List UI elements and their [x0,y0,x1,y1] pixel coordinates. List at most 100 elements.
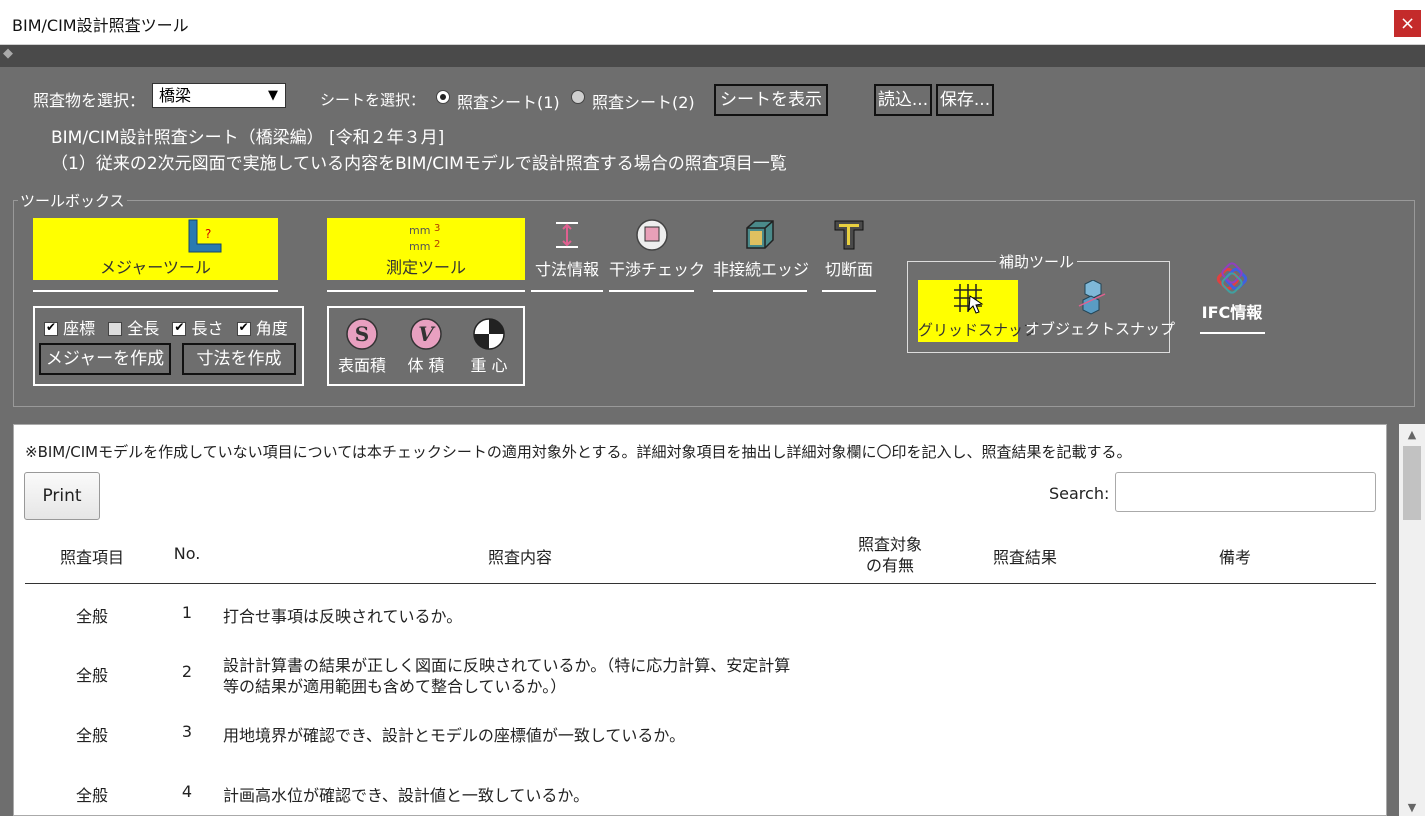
row-item: 全般 [75,666,108,685]
applicability-note: ※BIM/CIMモデルを作成していない項目については本チェックシートの適用対象外… [25,443,1132,461]
checkbox-length-box[interactable] [172,320,187,336]
ifc-info-label: IFC情報 [1201,303,1263,322]
section-underline [822,290,876,292]
interference-check-tool[interactable]: 干渉チェック [609,218,705,280]
object-snap-label: オブジェクトスナップ [1025,320,1176,338]
volume-units-icon: mm 3 mm 2 [408,220,444,254]
scroll-up-icon[interactable]: ▲ [1399,428,1425,441]
svg-text:mm: mm [409,224,430,237]
row-item: 全般 [75,607,108,626]
grid-snap-icon [954,284,984,314]
section-icon [834,220,864,250]
svg-text:3: 3 [434,223,440,234]
row-no: 2 [181,662,193,681]
dimension-info-tool[interactable]: 寸法情報 [531,218,603,280]
vertical-scrollbar[interactable]: ▲ ▼ [1399,424,1425,816]
row-content: 計画高水位が確認でき、設計値と一致しているか。 [223,786,590,805]
grid-snap-label: グリッドスナップ [918,321,1039,339]
drag-grip[interactable]: ◆ [0,45,1425,67]
section-tool[interactable]: 切断面 [822,218,876,280]
window-title: BIM/CIM設計照査ツール [12,16,189,35]
svg-text:S: S [355,322,369,346]
table-header-divider [25,583,1376,584]
checkbox-coordinate[interactable]: 座標 [44,319,95,338]
object-snap-icon [1078,280,1106,315]
col-check-content[interactable]: 照査内容 [420,544,620,568]
checkbox-length[interactable]: 長さ [172,319,224,338]
center-of-gravity-icon [473,318,505,350]
row-item: 全般 [75,786,108,805]
row-no: 4 [181,782,193,801]
aux-tools-legend: 補助ツール [996,251,1078,272]
interference-check-label: 干渉チェック [609,260,706,279]
disconnected-edge-tool[interactable]: 非接続エッジ [713,218,809,280]
scroll-down-icon[interactable]: ▼ [1399,801,1425,814]
create-measure-button[interactable]: メジャーを作成 [39,343,171,375]
surface-area-icon: S [346,318,378,350]
measure-options-checkboxes: 座標 全長 長さ 角度 [44,315,296,339]
checkbox-angle[interactable]: 角度 [236,319,288,338]
dimension-info-label: 寸法情報 [534,260,599,279]
close-button[interactable]: × [1394,10,1421,37]
measurement-tool-button[interactable]: mm 3 mm 2 測定ツール [327,218,525,280]
sheet-radio-2[interactable] [571,90,585,104]
ifc-info-tool[interactable]: IFC情報 [1199,261,1265,323]
checkbox-coordinate-box[interactable] [44,320,58,336]
app-window: BIM/CIM設計照査ツール × ◆ 照査物を選択： 橋梁 ▼ シートを選択： … [0,0,1425,816]
col-check-item[interactable]: 照査項目 [40,544,144,568]
row-content: 用地境界が確認でき、設計とモデルの座標値が一致しているか。 [223,726,686,745]
ifc-logo-icon [1216,262,1248,294]
checkbox-total-length-label: 全長 [127,319,160,338]
volume-icon: V [410,318,442,350]
sheet-radio-1[interactable] [436,90,450,104]
disconnected-edge-underline [713,290,807,292]
chevron-down-icon: ▼ [268,88,278,103]
dimension-info-underline [531,290,603,292]
load-button[interactable]: 読込... [874,84,932,116]
col-no[interactable]: No. [160,544,214,563]
sheet-radio-1-label[interactable]: 照査シート(1) [457,89,560,113]
volume-label: 体 積 [407,356,445,375]
col-remarks[interactable]: 備考 [1185,544,1285,568]
center-of-gravity-label: 重 心 [470,356,508,375]
svg-text:V: V [418,322,436,346]
print-button[interactable]: Print [24,472,100,520]
dimension-icon [553,221,581,249]
measure-tool-underline [33,290,278,292]
checkbox-angle-box[interactable] [236,320,251,336]
sheet-subtitle: （1）従来の2次元図面で実施している内容をBIM/CIMモデルで設計照査する場合… [51,154,787,174]
target-select[interactable]: 橋梁 ▼ [152,83,286,108]
sheet-radio-2-label[interactable]: 照査シート(2) [592,89,695,113]
create-dimension-button[interactable]: 寸法を作成 [182,343,296,375]
ifc-info-underline [1200,332,1265,334]
measure-icon: ? [188,219,222,253]
toolbox-legend: ツールボックス [18,190,127,211]
show-sheet-button[interactable]: シートを表示 [714,84,828,116]
object-snap-button[interactable]: オブジェクトスナップ [1025,280,1175,339]
col-target-line2: の有無 [865,556,914,575]
surface-area-label: 表面積 [337,356,386,375]
col-target-line1: 照査対象 [857,535,922,554]
svg-text:?: ? [205,227,211,241]
volume-tool[interactable]: V 体 積 [400,318,452,376]
search-input[interactable] [1115,472,1376,512]
interference-check-underline [609,290,694,292]
measure-tool-button[interactable]: ? メジャーツール [33,218,278,280]
measurement-tool-label: 測定ツール [385,258,466,277]
checkbox-total-length[interactable]: 全長 [108,319,159,338]
row-no: 3 [181,722,193,741]
checkbox-coordinate-label: 座標 [63,319,96,338]
center-of-gravity-tool[interactable]: 重 心 [462,318,516,376]
col-check-result[interactable]: 照査結果 [975,544,1075,568]
grid-snap-button[interactable]: グリッドスナップ [918,280,1039,342]
sheet-label: シートを選択： [320,91,426,109]
save-button[interactable]: 保存... [936,84,994,116]
col-target-applicable[interactable]: 照査対象 の有無 [840,534,940,576]
surface-area-tool[interactable]: S 表面積 [333,318,391,376]
row-content-line2: 等の結果が適用範囲も含めて整合しているか。） [223,677,567,696]
measurement-tool-underline [327,290,525,292]
scroll-thumb[interactable] [1403,446,1421,520]
title-bar: BIM/CIM設計照査ツール × [0,0,1425,45]
row-item: 全般 [75,726,108,745]
checkbox-total-length-box[interactable] [108,322,123,336]
